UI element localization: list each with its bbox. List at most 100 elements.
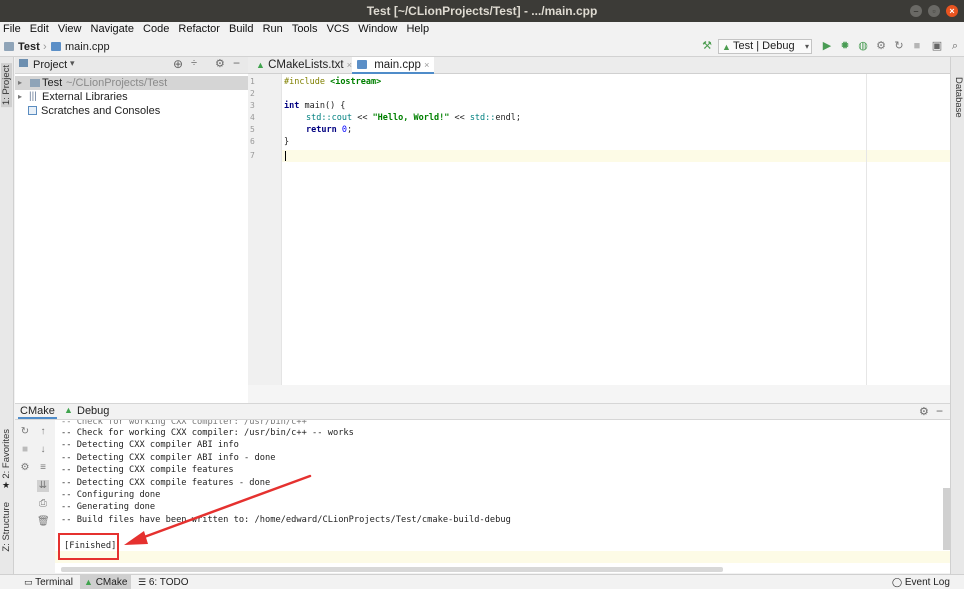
scroll-to-end-icon[interactable]: ⇊ [37, 480, 49, 492]
cmake-icon: ▲ [256, 60, 265, 70]
statusbar-todo[interactable]: ☰ 6: TODO [134, 575, 193, 589]
current-line-highlight [55, 551, 950, 563]
line-number: 5 [250, 125, 255, 134]
tab-database[interactable]: Database [953, 77, 964, 118]
build-hammer-icon[interactable]: ⚒ [701, 39, 713, 53]
tree-item-test[interactable]: ▸ Test ~/CLionProjects/Test [15, 76, 248, 90]
chevron-right-icon: ▸ [18, 78, 23, 87]
gear-icon[interactable]: ⚙ [919, 405, 929, 418]
arrow-up-icon[interactable]: ↑ [37, 426, 49, 438]
line-number: 3 [250, 101, 255, 110]
project-view-icon [19, 59, 28, 67]
star-icon: ★ [2, 480, 11, 490]
close-icon[interactable]: × [946, 5, 958, 17]
code-editor[interactable]: #include <iostream> int main() { std::co… [282, 74, 950, 385]
tree-item-scratches[interactable]: Scratches and Consoles [15, 104, 248, 118]
project-panel-title[interactable]: Project [33, 59, 67, 71]
console-line: -- Check for working CXX compiler: /usr/… [61, 428, 354, 438]
cmake-icon: ▲ [64, 405, 73, 415]
cmake-icon: ▲ [84, 577, 93, 587]
settings-icon[interactable]: ⚙ [19, 462, 31, 474]
menu-file[interactable]: File [0, 22, 24, 37]
right-tool-stripe: Database [950, 57, 964, 574]
trash-icon[interactable]: 🗑 [37, 516, 50, 528]
window-title: Test [~/CLionProjects/Test] - .../main.c… [366, 4, 598, 18]
tab-debug-tool[interactable]: Debug [77, 405, 109, 417]
tab-favorites[interactable]: 2: Favorites [1, 429, 12, 479]
statusbar-cmake[interactable]: ▲ CMake [80, 575, 132, 589]
statusbar-terminal[interactable]: ▭ Terminal [20, 575, 77, 589]
tool-window-header: CMake ▲ Debug ⚙ − [15, 403, 950, 420]
coverage-icon[interactable]: ◍ [857, 39, 869, 53]
run-icon[interactable]: ▶ [821, 39, 833, 53]
tab-structure[interactable]: Z: Structure [1, 502, 12, 552]
project-structure-icon[interactable]: ▣ [931, 39, 943, 53]
editor-tab-bar: ▲ CMakeLists.txt × main.cpp × [248, 57, 950, 74]
console-vertical-scrollbar[interactable] [943, 488, 950, 550]
menu-bar: File Edit View Navigate Code Refactor Bu… [0, 22, 964, 37]
hide-panel-icon[interactable]: − [233, 56, 240, 70]
cmake-config-icon: ▲ [722, 42, 731, 52]
line-number: 4 [250, 113, 255, 122]
menu-edit[interactable]: Edit [27, 22, 52, 37]
code-line-4: std::cout << "Hello, World!" << std::end… [306, 113, 521, 123]
annotation-arrow [124, 474, 312, 545]
tab-main-cpp[interactable]: main.cpp × [352, 57, 435, 74]
line-number: 6 [250, 137, 255, 146]
print-icon[interactable]: ⎙ [37, 498, 49, 510]
menu-build[interactable]: Build [226, 22, 256, 37]
run-configuration-selector[interactable]: ▲ Test | Debug ▾ [718, 39, 812, 54]
breadcrumb-file[interactable]: main.cpp [51, 40, 110, 54]
collapse-all-icon[interactable]: ÷ [191, 57, 197, 69]
console-horizontal-scrollbar[interactable] [61, 567, 723, 572]
close-icon[interactable]: × [424, 60, 429, 70]
line-number: 1 [250, 77, 255, 86]
status-bar: ▭ Terminal ▲ CMake ☰ 6: TODO ◯ Event Log [0, 574, 964, 589]
menu-view[interactable]: View [55, 22, 85, 37]
code-line-6: } [284, 137, 290, 147]
stop-icon[interactable]: ■ [19, 444, 31, 456]
current-line-highlight [282, 150, 950, 162]
tab-cmakelists[interactable]: ▲ CMakeLists.txt × [251, 57, 357, 74]
soft-wrap-icon[interactable]: ≡ [37, 462, 49, 474]
menu-vcs[interactable]: VCS [324, 22, 353, 37]
tool-window-toolbar: ↻ ↑ ■ ↓ ⚙ ≡ ⇊ ⎙ 🗑 [15, 420, 55, 573]
chevron-down-icon: ▾ [804, 42, 809, 51]
menu-run[interactable]: Run [260, 22, 286, 37]
reload-icon[interactable]: ↻ [19, 426, 31, 438]
chevron-down-icon[interactable]: ▾ [70, 58, 75, 69]
menu-refactor[interactable]: Refactor [175, 22, 223, 37]
code-line-1: #include <iostream> [284, 77, 382, 87]
maximize-icon[interactable]: ▫ [928, 5, 940, 17]
menu-help[interactable]: Help [403, 22, 432, 37]
tree-item-external-libraries[interactable]: ▸ ||| External Libraries [15, 90, 248, 104]
menu-navigate[interactable]: Navigate [88, 22, 137, 37]
menu-code[interactable]: Code [140, 22, 172, 37]
breadcrumb-project[interactable]: Test [4, 40, 40, 54]
annotation-arrow-shaft [134, 474, 312, 542]
breadcrumb-separator: › [43, 41, 47, 53]
search-everywhere-icon[interactable]: ⌕ [949, 39, 961, 53]
menu-tools[interactable]: Tools [289, 22, 321, 37]
line-number: 7 [250, 151, 255, 160]
todo-icon: ☰ [138, 577, 147, 587]
tab-project[interactable]: 1: Project [1, 63, 12, 108]
profile-icon[interactable]: ⚙ [875, 39, 887, 53]
locate-file-icon[interactable]: ⊕ [173, 57, 183, 71]
navigation-bar: Test › main.cpp [0, 37, 964, 57]
arrow-down-icon[interactable]: ↓ [37, 444, 49, 456]
tab-cmake-tool[interactable]: CMake [18, 405, 57, 419]
stop-icon[interactable]: ■ [911, 39, 923, 53]
hide-panel-icon[interactable]: − [936, 404, 943, 418]
attach-icon[interactable]: ↻ [893, 39, 905, 53]
console-line: -- Detecting CXX compiler ABI info [61, 440, 239, 451]
annotation-arrow-head [124, 531, 148, 545]
debug-icon[interactable]: ✹ [839, 39, 851, 53]
window-title-bar: Test [~/CLionProjects/Test] - .../main.c… [0, 0, 964, 22]
gear-icon[interactable]: ⚙ [215, 57, 225, 70]
statusbar-event-log[interactable]: ◯ Event Log [888, 575, 954, 589]
editor-bottom-strip [248, 385, 950, 403]
minimize-icon[interactable]: – [910, 5, 922, 17]
console-line: -- Detecting CXX compiler ABI info - don… [61, 452, 276, 463]
menu-window[interactable]: Window [355, 22, 400, 37]
